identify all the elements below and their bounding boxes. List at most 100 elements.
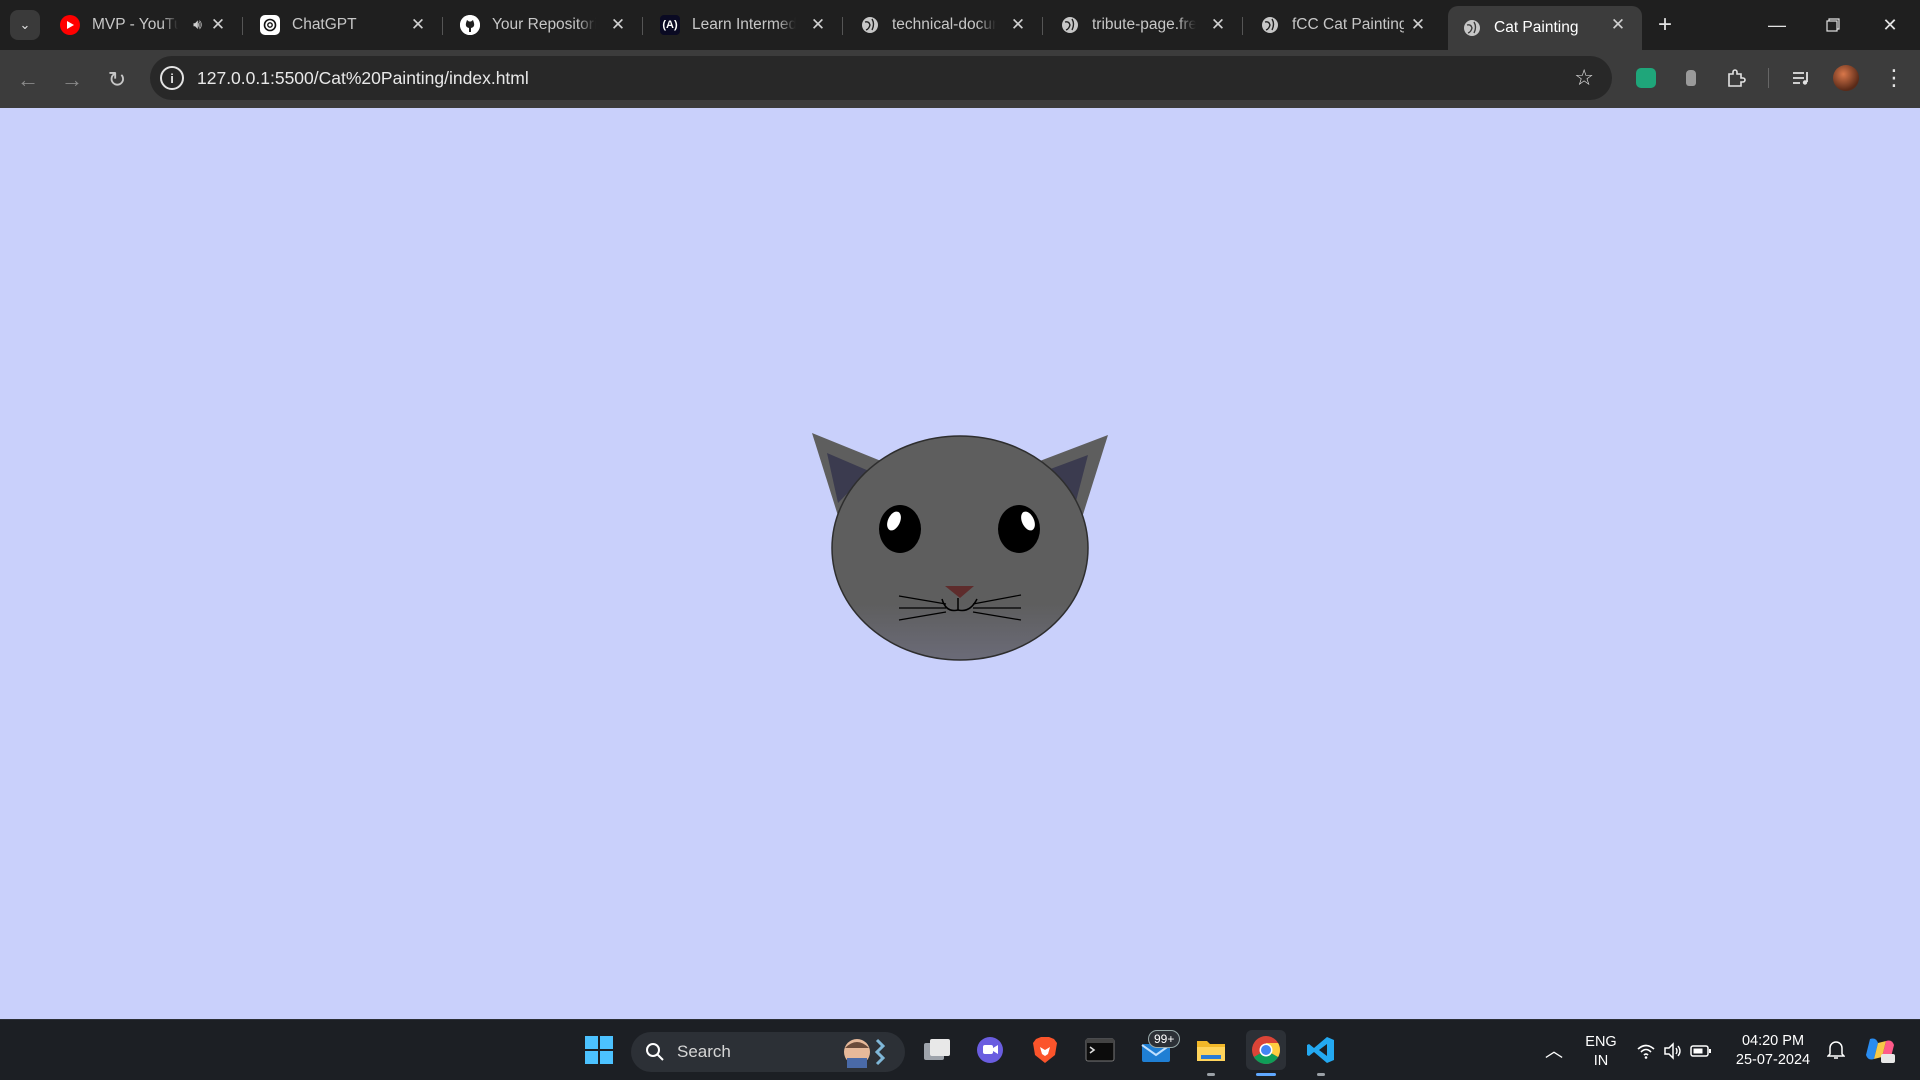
taskbar-search[interactable]: Search: [631, 1032, 905, 1072]
tab-title: Learn Intermediate: [692, 16, 796, 33]
browser-menu-button[interactable]: ⋮: [1880, 64, 1908, 92]
close-tab-icon[interactable]: ✕: [1408, 15, 1428, 35]
close-tab-icon[interactable]: ✕: [408, 15, 428, 35]
tab-technical-documentation[interactable]: technical-documentation ✕: [846, 6, 1043, 44]
cat-left-eye: [879, 505, 921, 553]
search-highlight-art-icon: [844, 1038, 886, 1068]
close-tab-icon[interactable]: ✕: [1008, 15, 1028, 35]
tab-youtube[interactable]: MVP - YouTube 🔊︎ ✕: [46, 6, 243, 44]
profile-avatar[interactable]: [1832, 64, 1860, 92]
tab-chatgpt[interactable]: ChatGPT ✕: [246, 6, 443, 44]
chrome-icon: [1252, 1036, 1280, 1064]
tab-title: Your Repositories: [492, 16, 596, 33]
avatar-icon: [1833, 65, 1859, 91]
globe-icon: [1260, 15, 1280, 35]
terminal-icon: [1085, 1038, 1115, 1062]
tab-title: technical-documentation: [892, 16, 996, 33]
show-hidden-icons-button[interactable]: ︿: [1534, 1030, 1574, 1070]
new-tab-button[interactable]: +: [1650, 10, 1680, 40]
speaker-icon[interactable]: 🔊︎: [193, 16, 202, 33]
reload-icon: ↻: [107, 67, 127, 92]
minimize-icon: —: [1768, 14, 1786, 35]
vscode-icon: [1307, 1037, 1334, 1063]
mail-badge: 99+: [1148, 1030, 1181, 1048]
toolbar-divider: [1768, 68, 1769, 88]
minimize-button[interactable]: —: [1757, 8, 1797, 42]
tab-separator: [442, 17, 443, 35]
active-indicator: [1256, 1073, 1276, 1076]
extensions-puzzle-button[interactable]: [1722, 64, 1750, 92]
folder-icon: [1197, 1041, 1225, 1061]
tab-search-dropdown-button[interactable]: ⌄: [10, 10, 40, 40]
windows-logo-icon: [585, 1036, 613, 1064]
clock-time: 04:20 PM: [1741, 1033, 1805, 1049]
bottle-icon: [1686, 70, 1696, 86]
chevron-down-icon: ⌄: [19, 17, 31, 32]
tab-separator: [1242, 17, 1243, 35]
wifi-icon: [1637, 1044, 1655, 1059]
globe-icon: [860, 15, 880, 35]
tab-freecodecamp[interactable]: (A) Learn Intermediate ✕: [646, 6, 843, 44]
cat-right-eye: [998, 505, 1040, 553]
tab-title: tribute-page.freecodecamp: [1092, 16, 1196, 33]
brave-browser-button[interactable]: [1025, 1030, 1065, 1070]
address-url[interactable]: 127.0.0.1:5500/Cat%20Painting/index.html: [197, 68, 529, 89]
chrome-button[interactable]: [1246, 1030, 1286, 1070]
notifications-button[interactable]: [1816, 1030, 1856, 1070]
tab-title: fCC Cat Painting: [1292, 16, 1404, 33]
copilot-button[interactable]: [1860, 1030, 1900, 1070]
close-window-button[interactable]: ✕: [1870, 8, 1910, 42]
task-view-button[interactable]: [917, 1030, 957, 1070]
file-explorer-button[interactable]: [1191, 1030, 1231, 1070]
tab-tribute-page[interactable]: tribute-page.freecodecamp ✕: [1046, 6, 1243, 44]
address-bar[interactable]: i 127.0.0.1:5500/Cat%20Painting/index.ht…: [150, 56, 1612, 100]
tab-strip: ⌄ MVP - YouTube 🔊︎ ✕ ChatGPT ✕ Your Repo…: [0, 0, 1920, 50]
extension-bottle-icon[interactable]: [1677, 64, 1705, 92]
tab-separator: [642, 17, 643, 35]
start-button[interactable]: [579, 1030, 619, 1070]
plus-icon: +: [1657, 11, 1672, 38]
chatgpt-icon: [260, 15, 280, 35]
clock-date: 25-07-2024: [1735, 1052, 1811, 1068]
windows-taskbar: Search 99+ ︿ ENG IN 04:20 PM 25-07-2024: [0, 1019, 1920, 1080]
forward-button[interactable]: →: [56, 64, 88, 96]
grammar-extension-icon: [1636, 68, 1656, 88]
close-tab-icon[interactable]: ✕: [1608, 15, 1628, 35]
tab-github[interactable]: Your Repositories ✕: [446, 6, 643, 44]
terminal-button[interactable]: [1080, 1030, 1120, 1070]
close-tab-icon[interactable]: ✕: [1208, 15, 1228, 35]
tab-cat-painting[interactable]: Cat Painting ✕: [1448, 6, 1642, 50]
tab-separator: [1042, 17, 1043, 35]
task-view-icon: [924, 1039, 950, 1060]
language-code: ENG: [1585, 1034, 1617, 1050]
close-tab-icon[interactable]: ✕: [208, 15, 228, 35]
quick-settings-button[interactable]: [1636, 1038, 1712, 1064]
media-control-button[interactable]: [1787, 64, 1815, 92]
language-indicator[interactable]: ENG IN: [1576, 1033, 1626, 1071]
arrow-left-icon: ←: [17, 67, 39, 92]
restore-icon: [1826, 18, 1840, 32]
running-indicator: [1317, 1073, 1325, 1076]
clock[interactable]: 04:20 PM 25-07-2024: [1730, 1032, 1816, 1070]
bookmark-star-icon[interactable]: ☆: [1574, 65, 1594, 91]
globe-icon: [1060, 15, 1080, 35]
tab-separator: [842, 17, 843, 35]
globe-icon: [1462, 18, 1482, 38]
teams-meet-button[interactable]: [970, 1030, 1010, 1070]
restore-button[interactable]: [1813, 8, 1853, 42]
tab-title: Cat Painting: [1494, 19, 1579, 36]
close-tab-icon[interactable]: ✕: [808, 15, 828, 35]
back-button[interactable]: ←: [12, 64, 44, 96]
copilot-icon: [1866, 1038, 1895, 1063]
extension-green-icon[interactable]: [1632, 64, 1660, 92]
close-tab-icon[interactable]: ✕: [608, 15, 628, 35]
vscode-button[interactable]: [1301, 1030, 1341, 1070]
tab-fcc-cat-painting[interactable]: fCC Cat Painting ✕: [1246, 6, 1442, 44]
site-info-icon[interactable]: i: [160, 66, 184, 90]
github-icon: [460, 15, 480, 35]
video-chat-icon: [977, 1037, 1003, 1063]
search-icon: [646, 1043, 664, 1061]
reload-button[interactable]: ↻: [101, 64, 133, 96]
region-code: IN: [1593, 1053, 1609, 1069]
chevron-up-icon: ︿: [1545, 1041, 1563, 1061]
